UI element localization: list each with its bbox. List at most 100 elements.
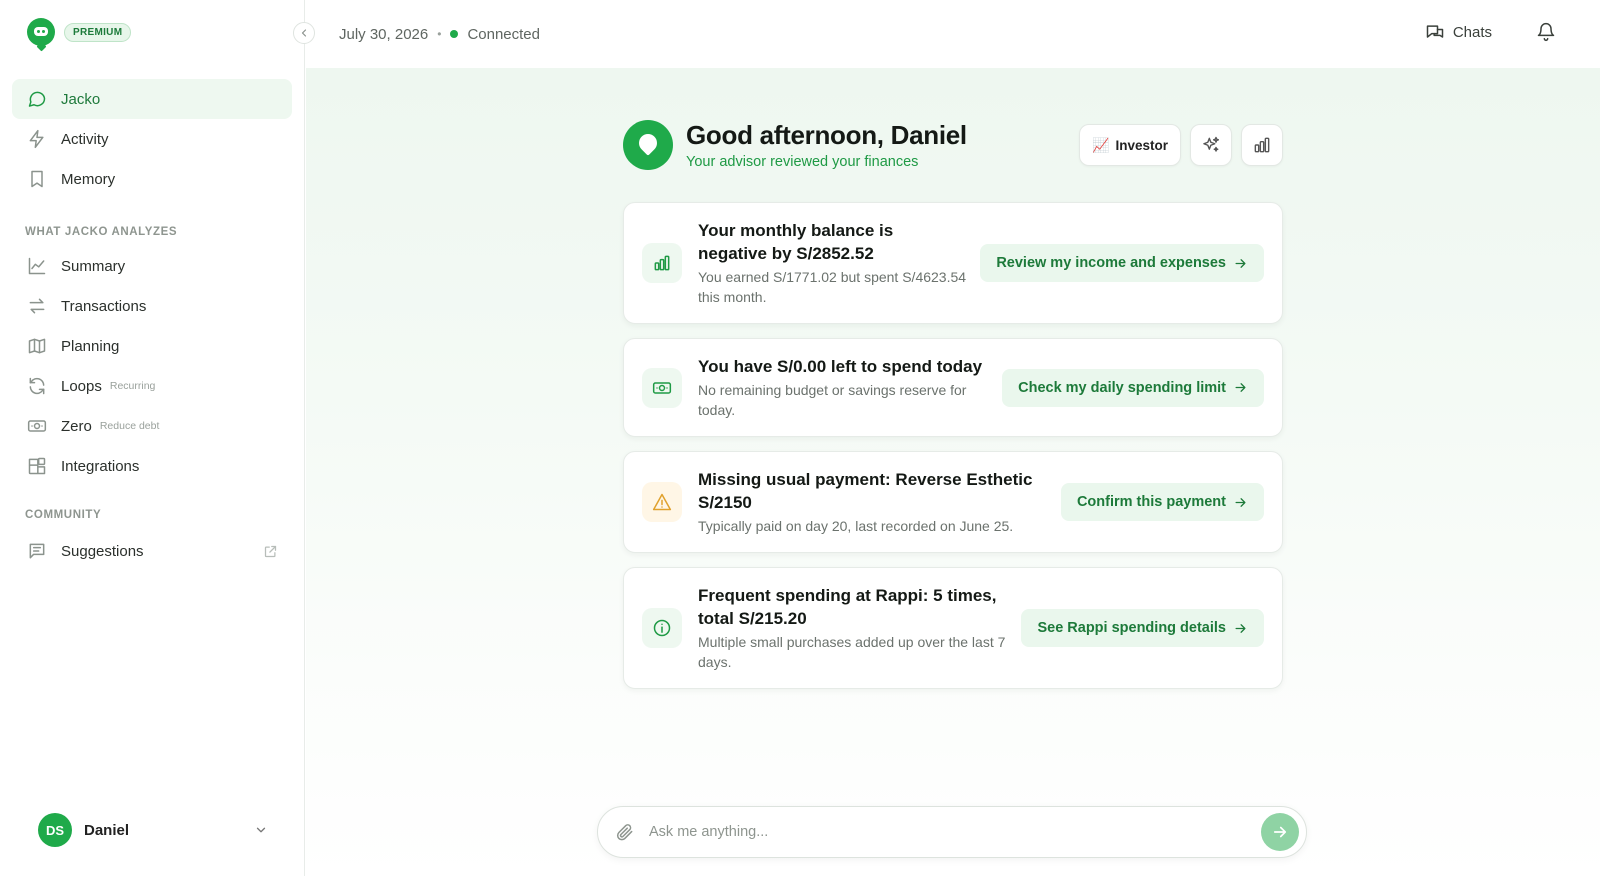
sidebar-item-label: Transactions bbox=[61, 297, 147, 315]
sidebar-item-sublabel: Reduce debt bbox=[99, 420, 160, 432]
bar-chart-icon bbox=[1254, 137, 1270, 153]
greeting-actions: 📈 Investor bbox=[1079, 124, 1283, 166]
sidebar-item-label: Planning bbox=[61, 337, 120, 355]
top-bar: July 30, 2026 • Connected Chats bbox=[306, 0, 1600, 68]
card-icon-wrap bbox=[642, 367, 682, 408]
sidebar-item-label: Memory bbox=[61, 170, 116, 188]
brand[interactable]: PREMIUM bbox=[27, 18, 132, 46]
arrow-right-icon bbox=[1235, 497, 1246, 507]
sidebar-item-loops[interactable]: Loops Recurring bbox=[12, 366, 292, 406]
collapse-sidebar-button[interactable] bbox=[293, 22, 315, 44]
status-dot-icon bbox=[450, 30, 459, 38]
premium-badge: PREMIUM bbox=[64, 22, 132, 42]
bar-chart-icon bbox=[654, 255, 670, 271]
sidebar-item-suggestions[interactable]: Suggestions bbox=[12, 531, 292, 571]
arrow-right-icon bbox=[1235, 383, 1246, 392]
sparkles-button[interactable] bbox=[1190, 124, 1232, 166]
primary-nav: Jacko Activity Memory bbox=[12, 79, 292, 199]
card-title: Frequent spending at Rappi: 5 times, tot… bbox=[698, 586, 997, 628]
card-icon-wrap bbox=[642, 482, 682, 522]
info-circle-icon bbox=[653, 619, 671, 637]
arrow-right-icon bbox=[1273, 826, 1287, 838]
sidebar-item-label: Suggestions bbox=[61, 542, 144, 560]
sidebar-item-summary[interactable]: Summary bbox=[12, 246, 292, 286]
confirm-payment-button[interactable]: Confirm this payment bbox=[1060, 483, 1264, 521]
user-name: Daniel bbox=[84, 821, 130, 839]
send-button[interactable] bbox=[1261, 813, 1299, 851]
chats-label: Chats bbox=[1452, 23, 1492, 41]
main-content: Good afternoon, Daniel Your advisor revi… bbox=[306, 68, 1600, 876]
card-description: You earned S/1771.02 but spent S/4623.54… bbox=[698, 269, 967, 305]
chat-composer bbox=[597, 806, 1307, 858]
bell-icon bbox=[1537, 22, 1555, 42]
greeting-title: Good afternoon, Daniel bbox=[686, 120, 967, 150]
user-menu[interactable]: DS Daniel bbox=[38, 813, 268, 847]
investor-mode-button[interactable]: 📈 Investor bbox=[1079, 124, 1181, 166]
arrow-right-icon bbox=[1235, 623, 1246, 633]
stats-button[interactable] bbox=[1241, 124, 1283, 166]
card-description: No remaining budget or savings reserve f… bbox=[698, 382, 967, 418]
card-body: Your monthly balance is negative by S/28… bbox=[698, 219, 966, 307]
community-nav: Suggestions bbox=[12, 531, 292, 571]
chats-icon bbox=[1426, 25, 1444, 38]
chart-increasing-icon: 📈 bbox=[1092, 136, 1110, 153]
check-daily-limit-button[interactable]: Check my daily spending limit bbox=[1002, 368, 1264, 407]
banknote-icon bbox=[652, 381, 672, 394]
message-square-icon bbox=[29, 543, 45, 559]
paperclip-icon[interactable] bbox=[615, 822, 635, 842]
sidebar-item-label: Loops bbox=[61, 377, 102, 395]
sidebar-item-label: Jacko bbox=[61, 90, 101, 108]
card-body: Frequent spending at Rappi: 5 times, tot… bbox=[698, 584, 1007, 672]
card-title: You have S/0.00 left to spend today bbox=[698, 357, 983, 376]
current-date: July 30, 2026 bbox=[339, 25, 429, 43]
section-label-community: COMMUNITY bbox=[25, 509, 102, 521]
notifications-button[interactable] bbox=[1536, 22, 1556, 42]
connection-status: Connected bbox=[467, 25, 540, 43]
insight-cards: Your monthly balance is negative by S/28… bbox=[623, 202, 1283, 703]
sidebar-item-memory[interactable]: Memory bbox=[12, 159, 292, 199]
jacko-logo-icon bbox=[27, 18, 55, 46]
separator-dot: • bbox=[437, 27, 442, 41]
see-rappi-details-button[interactable]: See Rappi spending details bbox=[1021, 609, 1264, 647]
advisor-logo-icon bbox=[623, 120, 673, 170]
investor-label: Investor bbox=[1115, 137, 1168, 153]
sidebar-item-label: Activity bbox=[61, 130, 109, 148]
chevron-down-icon bbox=[256, 827, 266, 833]
chats-button[interactable]: Chats bbox=[1425, 22, 1492, 42]
blocks-icon bbox=[28, 457, 46, 475]
card-body: You have S/0.00 left to spend today No r… bbox=[698, 355, 988, 420]
card-action-label: Review my income and expenses bbox=[996, 255, 1226, 271]
card-title: Missing usual payment: Reverse Esthetic … bbox=[698, 470, 1033, 512]
greeting-header: Good afternoon, Daniel Your advisor revi… bbox=[623, 120, 1283, 176]
greeting-subtitle: Your advisor reviewed your finances bbox=[686, 154, 919, 170]
swap-arrows-icon bbox=[29, 298, 45, 314]
chevron-left-icon bbox=[301, 29, 307, 37]
refresh-icon bbox=[29, 377, 45, 395]
card-description: Typically paid on day 20, last recorded … bbox=[698, 518, 1014, 534]
card-action-label: Check my daily spending limit bbox=[1018, 379, 1226, 396]
lightning-icon bbox=[29, 129, 44, 149]
map-icon bbox=[28, 338, 46, 354]
sidebar-item-activity[interactable]: Activity bbox=[12, 119, 292, 159]
line-chart-icon bbox=[28, 257, 46, 275]
external-link-icon bbox=[264, 545, 277, 557]
sidebar-item-label: Integrations bbox=[61, 457, 140, 475]
card-action-label: See Rappi spending details bbox=[1037, 620, 1226, 636]
sidebar-item-label: Summary bbox=[61, 257, 126, 275]
banknote-icon bbox=[27, 420, 47, 432]
insight-card-daily-limit: You have S/0.00 left to spend today No r… bbox=[623, 338, 1283, 437]
warning-triangle-icon bbox=[652, 493, 672, 511]
card-description: Multiple small purchases added up over t… bbox=[698, 634, 1006, 670]
chat-input[interactable] bbox=[649, 824, 1261, 840]
sidebar-item-zero[interactable]: Zero Reduce debt bbox=[12, 406, 292, 446]
insight-card-frequent-spending: Frequent spending at Rappi: 5 times, tot… bbox=[623, 567, 1283, 689]
review-income-expenses-button[interactable]: Review my income and expenses bbox=[980, 244, 1264, 282]
sidebar-item-jacko[interactable]: Jacko bbox=[12, 79, 292, 119]
sidebar-item-integrations[interactable]: Integrations bbox=[12, 446, 292, 486]
bookmark-icon bbox=[31, 170, 43, 188]
card-body: Missing usual payment: Reverse Esthetic … bbox=[698, 468, 1047, 536]
sidebar-item-planning[interactable]: Planning bbox=[12, 326, 292, 366]
card-title: Your monthly balance is negative by S/28… bbox=[698, 221, 894, 263]
arrow-right-icon bbox=[1235, 258, 1246, 268]
sidebar-item-transactions[interactable]: Transactions bbox=[12, 286, 292, 326]
